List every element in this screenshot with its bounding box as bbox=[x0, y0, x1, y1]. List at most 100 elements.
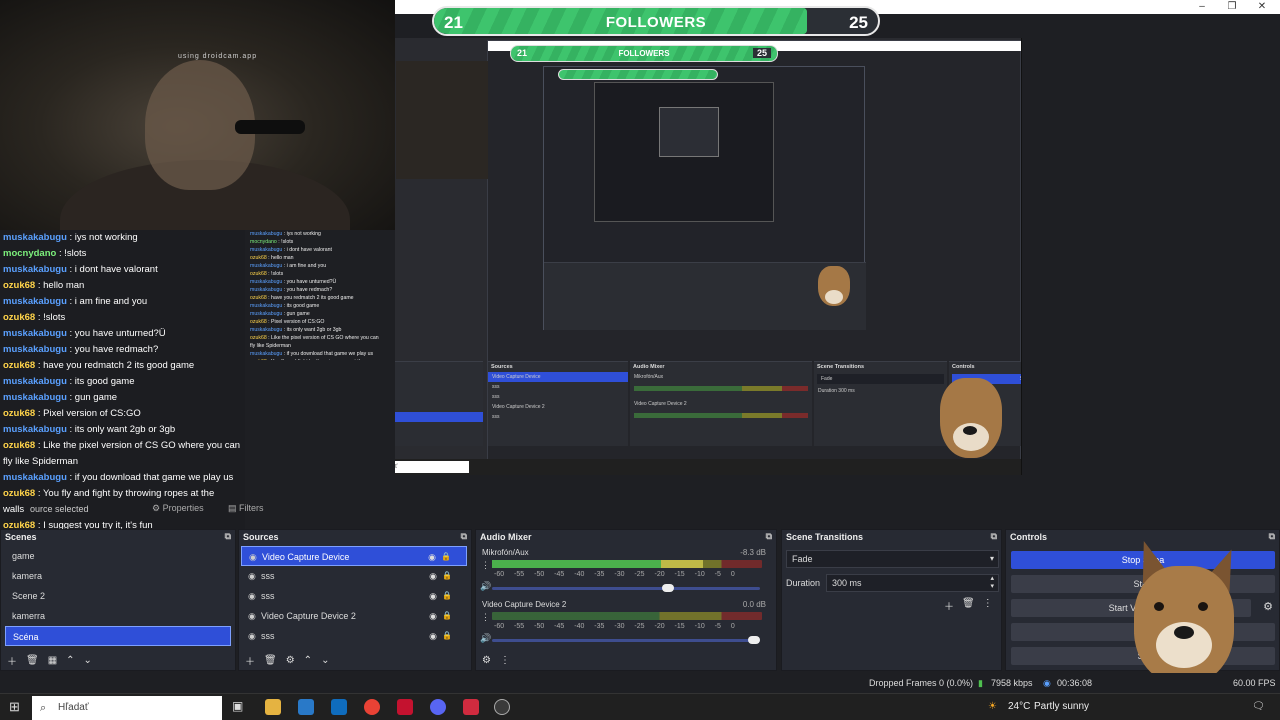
add-transition-icon[interactable]: ＋ bbox=[944, 598, 954, 613]
remove-scene-icon[interactable]: 🗑 bbox=[26, 655, 39, 666]
chrome-icon[interactable] bbox=[364, 699, 380, 715]
eye-icon[interactable]: ◉ bbox=[429, 606, 437, 626]
speaker-icon[interactable]: 🔊 bbox=[480, 633, 491, 644]
nested-chat-message: ozuk68 : have you redmatch 2 its good ga… bbox=[245, 294, 395, 302]
lock-icon[interactable]: 🔒 bbox=[441, 547, 451, 567]
file-explorer-icon[interactable] bbox=[265, 699, 281, 715]
close-button[interactable]: ✕ bbox=[1248, 0, 1276, 14]
nested-chat-text: fly like Spiderman bbox=[250, 343, 291, 349]
gear-icon[interactable]: ⚙ bbox=[1263, 600, 1273, 613]
taskbar-search[interactable]: ⌕ Hľadať bbox=[32, 696, 222, 720]
dock-icon[interactable]: ⧉ bbox=[1269, 531, 1275, 542]
discord-icon[interactable] bbox=[430, 699, 446, 715]
speaker-icon[interactable]: 🔊 bbox=[480, 581, 491, 592]
eye-icon[interactable]: ◉ bbox=[428, 547, 436, 567]
source-item[interactable]: ◉ sss ◉ 🔒 bbox=[241, 586, 467, 606]
source-item[interactable]: ◉ sss ◉ 🔒 bbox=[241, 626, 467, 646]
app-icon[interactable] bbox=[463, 699, 479, 715]
nested-chat-username: ozuk68 bbox=[250, 335, 267, 341]
nested-chat-username: muskakabugu bbox=[250, 279, 283, 285]
add-source-icon[interactable]: ＋ bbox=[245, 653, 255, 668]
duration-input[interactable]: 300 ms ▴ ▾ bbox=[826, 574, 999, 592]
chat-text: : i dont have valorant bbox=[66, 264, 158, 275]
chat-username: muskakabugu bbox=[3, 296, 67, 307]
add-scene-icon[interactable]: ＋ bbox=[7, 653, 17, 668]
volume-slider-knob[interactable] bbox=[662, 584, 675, 592]
transition-type-select[interactable]: Fade ▾ bbox=[786, 550, 999, 568]
scene-item-selected[interactable]: Scéna bbox=[5, 626, 231, 646]
dock-icon[interactable]: ⧉ bbox=[461, 531, 467, 542]
source-item[interactable]: ◉ Video Capture Device 2 ◉ 🔒 bbox=[241, 606, 467, 626]
nested-sources-panel: Sources Video Capture Device sss sss Vid… bbox=[488, 361, 628, 446]
scene-item[interactable]: game bbox=[5, 546, 231, 566]
chat-text: : Like the pixel version of CS GO where … bbox=[35, 440, 241, 451]
task-view-icon[interactable]: ▣ bbox=[232, 699, 248, 715]
lock-icon[interactable]: 🔒 bbox=[442, 606, 452, 626]
source-item-selected[interactable]: ◉ Video Capture Device ◉ 🔒 bbox=[241, 546, 467, 566]
filters-button[interactable]: ▤ Filters bbox=[228, 503, 264, 514]
source-item[interactable]: ◉ sss ◉ 🔒 bbox=[241, 566, 467, 586]
volume-slider[interactable] bbox=[492, 584, 760, 592]
store-icon[interactable] bbox=[298, 699, 314, 715]
chat-username: muskakabugu bbox=[3, 328, 67, 339]
chat-message: muskakabugu : you have unturned?Ü bbox=[0, 326, 245, 342]
audio-settings-icon[interactable]: ⚙ bbox=[482, 655, 491, 666]
nested-obs-window-level5 bbox=[659, 107, 719, 157]
remove-transition-icon[interactable]: 🗑 bbox=[962, 598, 975, 613]
nested-dog-image bbox=[810, 256, 858, 334]
transition-menu-icon[interactable]: ⋮ bbox=[983, 598, 993, 613]
nested-chat-text: : i dont have valorant bbox=[282, 247, 332, 253]
source-settings-icon[interactable]: ⚙ bbox=[286, 655, 295, 666]
lock-icon[interactable]: 🔒 bbox=[442, 566, 452, 586]
scene-item[interactable]: kamera bbox=[5, 566, 231, 586]
volume-slider[interactable] bbox=[492, 636, 760, 644]
chat-message: muskakabugu : i dont have valorant bbox=[0, 262, 245, 278]
eye-icon[interactable]: ◉ bbox=[429, 586, 437, 606]
obs-icon[interactable] bbox=[494, 699, 510, 715]
eye-icon[interactable]: ◉ bbox=[429, 566, 437, 586]
source-label: sss bbox=[261, 591, 275, 601]
nested-taskbar-search: Hľadať bbox=[395, 461, 469, 473]
nested-audio-meter bbox=[634, 413, 808, 418]
dock-icon[interactable]: ⧉ bbox=[766, 531, 772, 542]
eye-icon[interactable]: ◉ bbox=[429, 626, 437, 646]
program-preview[interactable]: 21 FOLLOWERS 25 Scenes game kamera Scene… bbox=[395, 38, 1022, 475]
scene-item[interactable]: Scene 2 bbox=[5, 586, 231, 606]
lock-icon[interactable]: 🔒 bbox=[442, 626, 452, 646]
outlook-icon[interactable] bbox=[331, 699, 347, 715]
chat-message: muskakabugu : its good game bbox=[0, 374, 245, 390]
duration-label: Duration bbox=[786, 578, 821, 588]
channel-menu-icon[interactable]: ⋮ bbox=[481, 560, 490, 571]
dock-icon[interactable]: ⧉ bbox=[991, 531, 997, 542]
lock-icon[interactable]: 🔒 bbox=[442, 586, 452, 606]
minimize-button[interactable]: – bbox=[1188, 0, 1216, 14]
app-icon[interactable] bbox=[397, 699, 413, 715]
scene-item[interactable]: kamerra bbox=[5, 606, 231, 626]
move-down-icon[interactable]: ⌄ bbox=[321, 655, 329, 666]
chat-message: ozuk68 : hello man bbox=[0, 278, 245, 294]
dock-icon[interactable]: ⧉ bbox=[225, 531, 231, 542]
microphone bbox=[235, 120, 305, 134]
properties-button[interactable]: ⚙ Properties bbox=[152, 503, 204, 514]
chat-message: muskakabugu : gun game bbox=[0, 390, 245, 406]
chevron-down-icon: ▾ bbox=[989, 554, 994, 563]
channel-menu-icon[interactable]: ⋮ bbox=[481, 612, 490, 623]
notification-icon[interactable]: 🗨 bbox=[1252, 701, 1265, 712]
nested-chat-username: muskakabugu bbox=[250, 247, 283, 253]
move-up-icon[interactable]: ⌃ bbox=[304, 655, 312, 666]
nested-chat-text: : if you download that game we play us bbox=[282, 351, 374, 357]
volume-slider-knob[interactable] bbox=[748, 636, 760, 644]
remove-source-icon[interactable]: 🗑 bbox=[264, 655, 277, 666]
status-bar: Dropped Frames 0 (0.0%) ▮ 7958 kbps ◉ 00… bbox=[0, 673, 1280, 693]
nested-chat-text: : have you redmatch 2 its good game bbox=[266, 295, 354, 301]
chat-username: muskakabugu bbox=[3, 376, 67, 387]
stepper-icon[interactable]: ▴ ▾ bbox=[990, 575, 994, 591]
scene-filters-icon[interactable]: ▦ bbox=[48, 655, 57, 666]
move-down-icon[interactable]: ⌄ bbox=[84, 655, 92, 666]
audio-menu-icon[interactable]: ⋮ bbox=[500, 655, 510, 666]
dropped-frames: Dropped Frames 0 (0.0%) bbox=[869, 678, 974, 688]
restore-button[interactable]: ❐ bbox=[1218, 0, 1246, 14]
move-up-icon[interactable]: ⌃ bbox=[66, 655, 74, 666]
windows-logo-icon[interactable]: ⊞ bbox=[9, 699, 20, 715]
nested-audio-panel: Audio Mixer Mikrofón/Aux Video Capture D… bbox=[630, 361, 812, 446]
